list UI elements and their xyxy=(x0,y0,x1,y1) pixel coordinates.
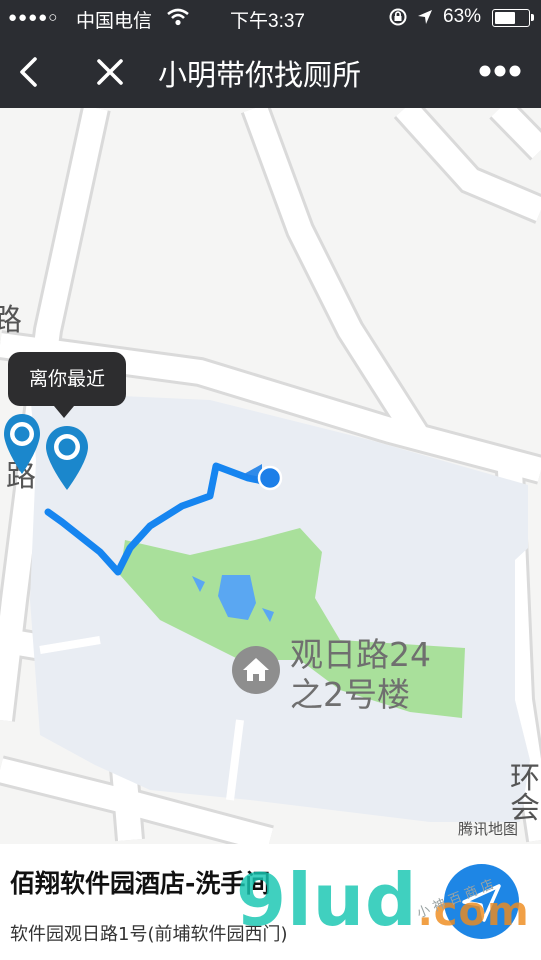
page-title: 小明带你找厕所 xyxy=(158,58,362,92)
signal-strength-icon: ●●●●○ xyxy=(8,9,59,26)
carrier-label: 中国电信 xyxy=(76,11,153,32)
nearest-tooltip: 离你最近 xyxy=(8,352,126,418)
road-label-fragment: 路 xyxy=(0,303,22,338)
poi-home-icon xyxy=(232,646,280,694)
status-bar: ●●●●○ 中国电信 下午3:37 63% xyxy=(0,0,541,34)
close-icon[interactable] xyxy=(96,58,124,86)
location-name: 佰翔软件园酒店-洗手间 xyxy=(10,869,271,898)
battery-fill xyxy=(495,12,516,24)
poi-label-line1: 观日路24 xyxy=(290,635,431,674)
battery-icon xyxy=(492,9,534,27)
rotation-lock-icon xyxy=(389,8,407,26)
poi-label-line2: 之2号楼 xyxy=(290,675,410,714)
battery-percent: 63% xyxy=(443,6,482,27)
back-icon[interactable] xyxy=(16,56,40,88)
location-arrow-icon xyxy=(418,10,432,24)
map-credit: 腾讯地图 xyxy=(458,820,519,838)
current-location-dot xyxy=(257,465,283,491)
status-time: 下午3:37 xyxy=(230,11,305,32)
watermark-main: 9lud xyxy=(236,858,418,942)
toilet-marker-nearest[interactable] xyxy=(44,424,90,492)
nav-bar: 小明带你找厕所 xyxy=(0,34,541,108)
map-view[interactable]: 路 路 环 会 离你最近 观日路24 之2号楼 腾讯地图 xyxy=(0,108,541,844)
toilet-marker-2[interactable] xyxy=(2,412,42,476)
more-menu-icon[interactable] xyxy=(478,64,522,78)
wifi-icon xyxy=(167,8,189,26)
